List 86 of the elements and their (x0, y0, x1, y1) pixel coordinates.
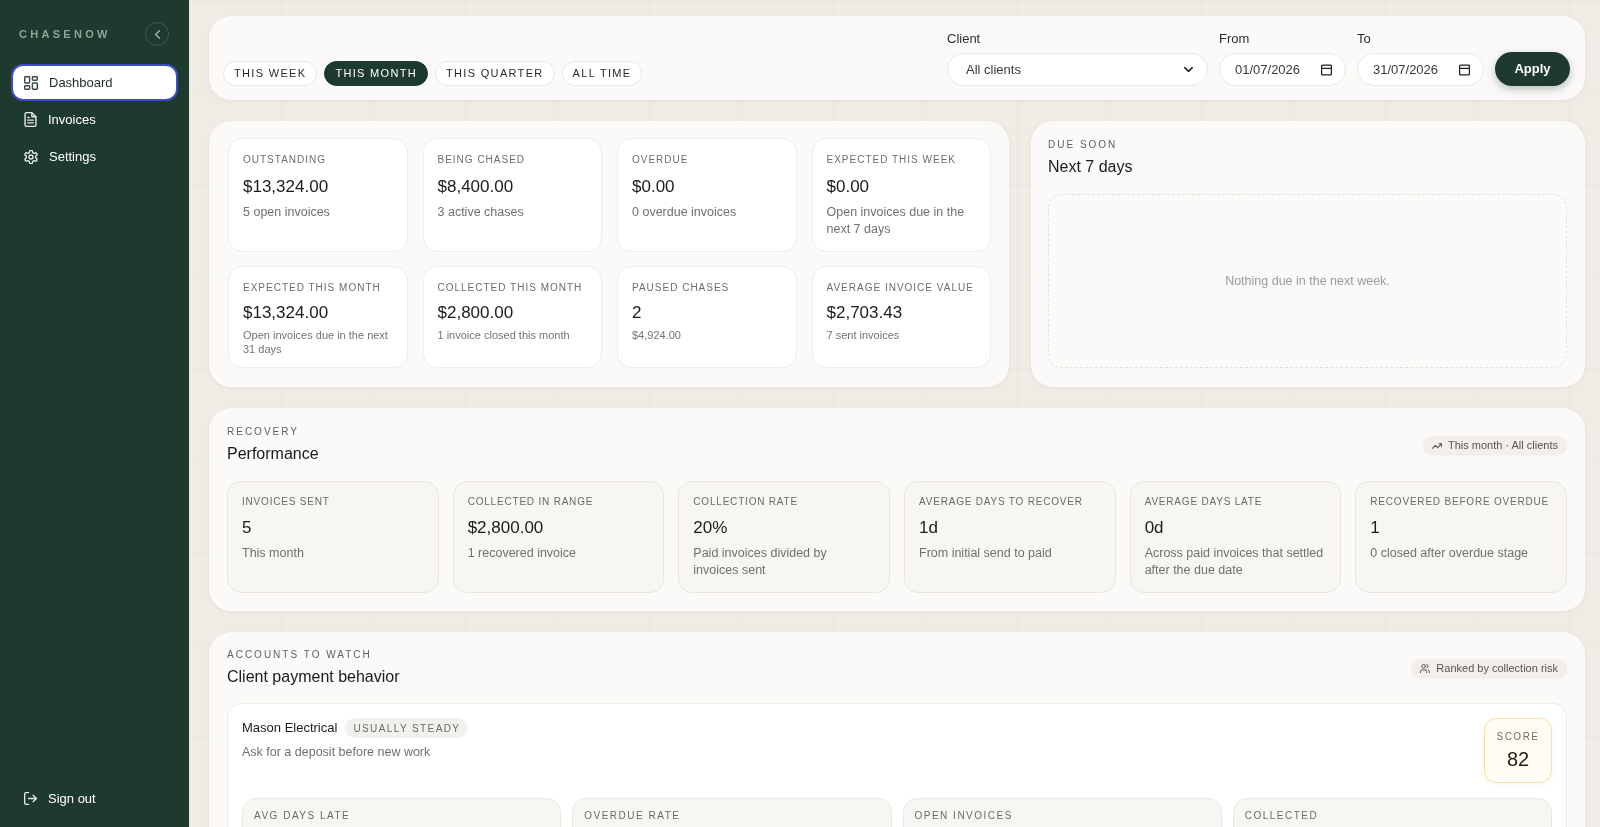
metric-value: 20% (693, 517, 729, 539)
metric-label: INVOICES SENT (242, 496, 331, 508)
stat-note: 0 overdue invoices (632, 204, 738, 221)
stat-value: $2,703.43 (826, 302, 904, 324)
stat-note: Open invoices due in the next 7 days (826, 204, 966, 238)
stat-label: OVERDUE (632, 154, 690, 166)
field-label: To (1357, 31, 1372, 47)
stat-label: EXPECTED THIS WEEK (826, 154, 957, 166)
stat-value: $13,324.00 (243, 176, 330, 198)
stat-note: $4,924.00 (632, 328, 682, 342)
metric-value: $2,800.00 (467, 517, 545, 539)
stat-value: $2,800.00 (437, 302, 515, 324)
sign-out-link[interactable]: Sign out (11, 780, 178, 817)
metric-label: COLLECTED IN RANGE (467, 496, 595, 508)
stat-note: Open invoices due in the next 31 days (243, 328, 389, 356)
metric-value: 1 (1370, 517, 1381, 539)
section-eyebrow: RECOVERY (227, 426, 300, 438)
stat-value: 2 (632, 302, 643, 324)
section-title: Performance (227, 444, 319, 464)
stat-note: 5 open invoices (243, 204, 331, 221)
calendar-icon (1321, 63, 1332, 76)
period-tab[interactable]: THIS QUARTER (435, 61, 555, 86)
metric-value: 1d (919, 517, 939, 539)
users-icon (1420, 664, 1431, 673)
apply-button[interactable]: Apply (1495, 52, 1570, 86)
score-value: 82 (1506, 747, 1530, 771)
field-label: Client (947, 31, 982, 47)
metric-label: OVERDUE RATE (584, 810, 682, 822)
calendar-icon (1459, 63, 1470, 76)
period-tab[interactable]: ALL TIME (561, 61, 643, 86)
metric-value: 5 (242, 517, 253, 539)
metric-note: 0 closed after overdue stage (1370, 545, 1530, 562)
metric-label: RECOVERED BEFORE OVERDUE (1370, 496, 1550, 508)
metric-note: Across paid invoices that settled after the due date (1144, 545, 1325, 579)
stat-label: EXPECTED THIS MONTH (243, 282, 382, 294)
stat-note: 1 invoice closed this month (437, 328, 571, 342)
scope-text: Ranked by collection risk (1436, 661, 1558, 677)
section-title: Next 7 days (1048, 157, 1134, 177)
metric-label: COLLECTED (1244, 810, 1320, 822)
nav-item[interactable]: Settings (11, 138, 178, 175)
metric-label: OPEN INVOICES (914, 810, 1014, 822)
nav-item[interactable]: Dashboard (11, 64, 178, 101)
document-icon (24, 112, 37, 127)
period-tab[interactable]: THIS MONTH (324, 61, 429, 86)
empty-message: Nothing due in the next week. (1225, 272, 1390, 290)
metric-label: AVG DAYS LATE (254, 810, 352, 822)
stat-value: $0.00 (826, 176, 871, 198)
score-label: SCORE (1496, 731, 1540, 743)
scope-text: This month · All clients (1447, 438, 1558, 454)
stat-note: 7 sent invoices (826, 328, 901, 342)
stat-label: COLLECTED THIS MONTH (437, 282, 584, 294)
logout-icon (24, 792, 37, 805)
date-field[interactable]: 31/07/2026 (1357, 53, 1484, 86)
stat-label: PAUSED CHASES (632, 282, 731, 294)
client-name: Mason Electrical (242, 719, 338, 738)
stat-label: AVERAGE INVOICE VALUE (826, 282, 975, 294)
stat-label: BEING CHASED (437, 154, 527, 166)
metric-value: 0d (1144, 517, 1165, 539)
metric-note: 1 recovered invoice (467, 545, 578, 562)
date-field[interactable]: 01/07/2026 (1219, 53, 1346, 86)
section-title: Client payment behavior (227, 667, 400, 687)
metric-note: Paid invoices divided by invoices sent (693, 545, 828, 579)
metric-note: From initial send to paid (919, 545, 1053, 562)
section-eyebrow: ACCOUNTS TO WATCH (227, 649, 373, 661)
stat-value: $13,324.00 (243, 302, 330, 324)
metric-note: This month (242, 545, 305, 562)
client-select[interactable]: All clients (947, 53, 1208, 86)
metric-label: COLLECTION RATE (693, 496, 799, 508)
period-tab[interactable]: THIS WEEK (223, 61, 318, 86)
settings-icon (24, 149, 38, 164)
grid-icon (24, 75, 38, 90)
section-eyebrow: DUE SOON (1048, 139, 1119, 151)
chevron-left-icon (154, 29, 160, 39)
chevron-down-icon (1184, 67, 1193, 72)
behavior-tag: USUALLY STEADY (345, 718, 469, 738)
trending-up-icon (1431, 442, 1442, 449)
stat-value: $8,400.00 (437, 176, 515, 198)
stat-value: $0.00 (632, 176, 676, 198)
nav-item[interactable]: Invoices (11, 101, 178, 138)
stat-label: OUTSTANDING (243, 154, 328, 166)
stat-note: 3 active chases (437, 204, 525, 221)
advice-text: Ask for a deposit before new work (242, 744, 432, 761)
field-label: From (1219, 31, 1251, 47)
metric-label: AVERAGE DAYS TO RECOVER (919, 496, 1084, 508)
metric-label: AVERAGE DAYS LATE (1144, 496, 1264, 508)
brand-name: CHASENOW (19, 28, 111, 40)
